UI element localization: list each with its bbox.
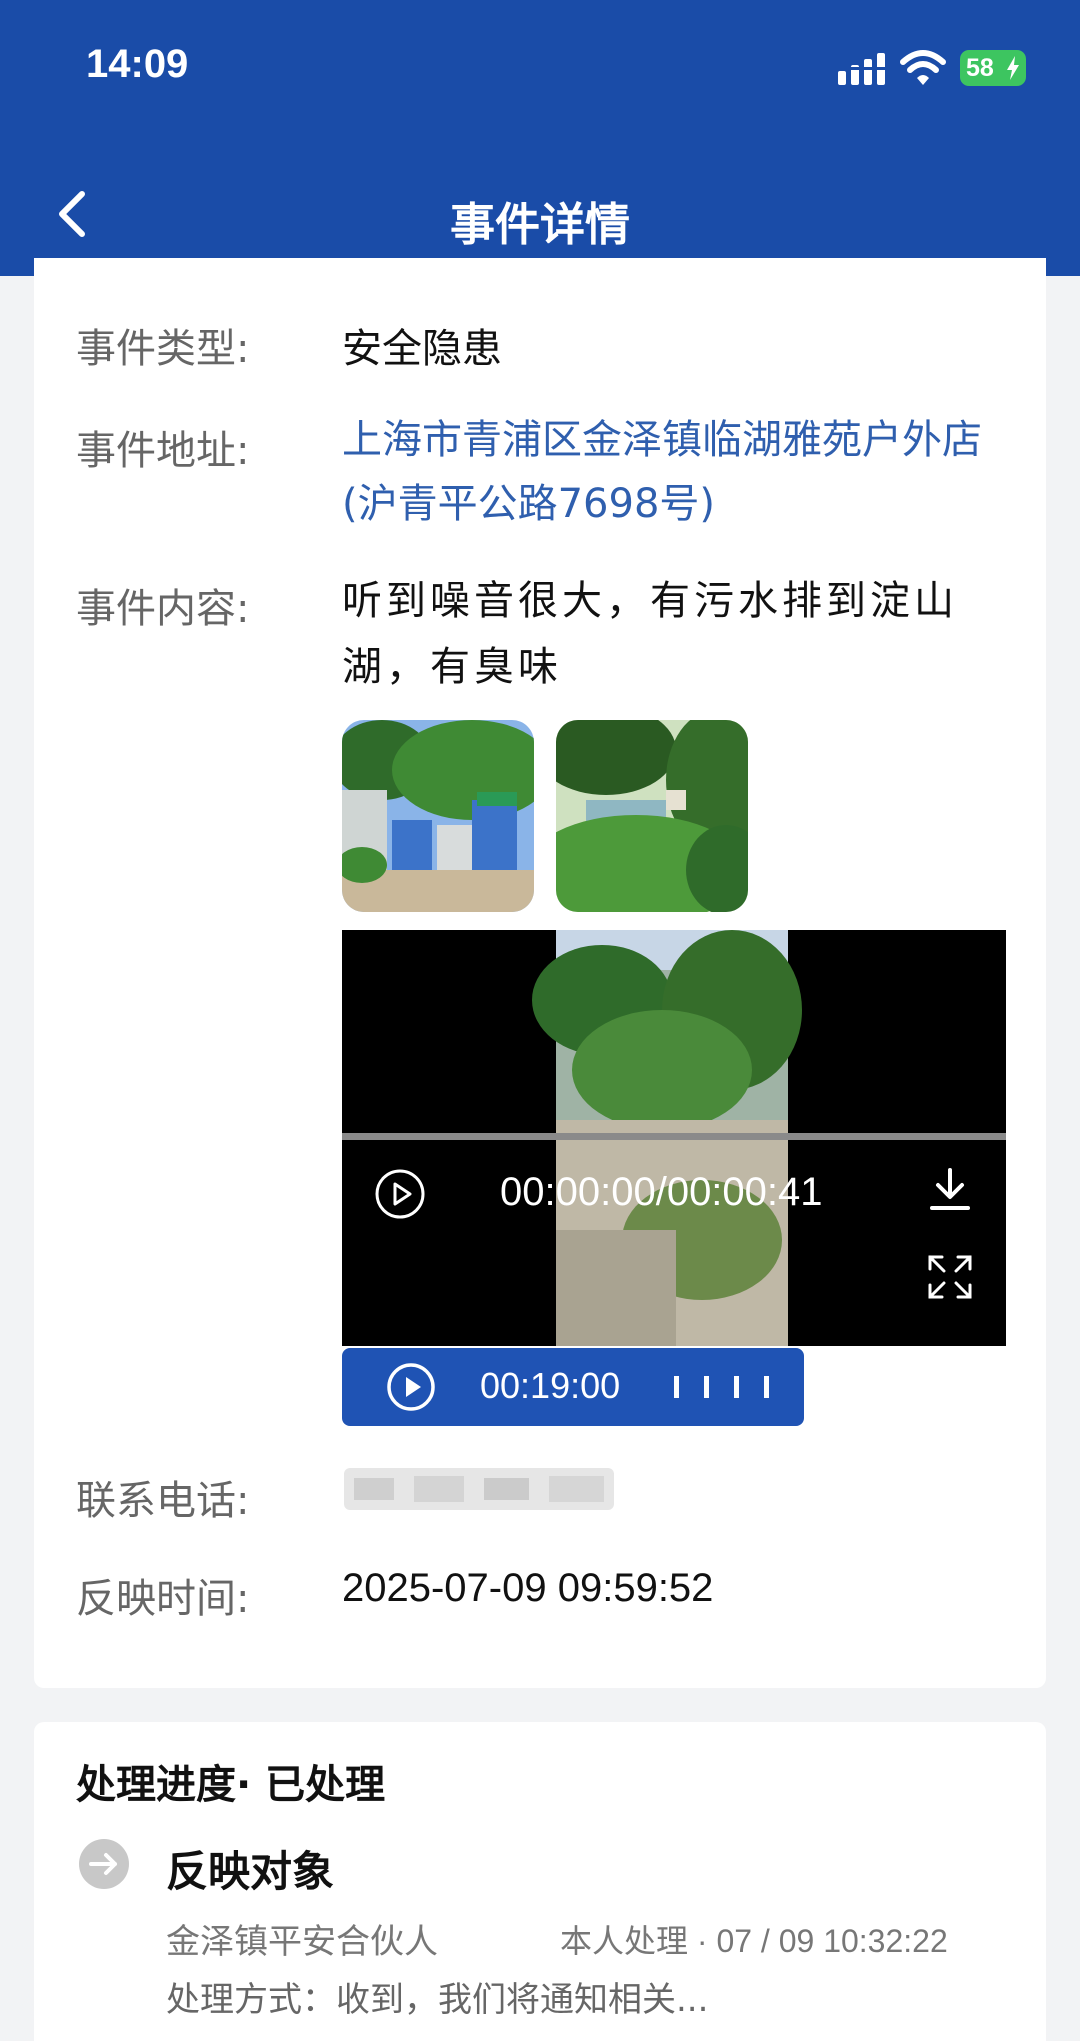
photo-gate-image: [342, 720, 534, 912]
report-time-label: 反映时间:: [76, 1576, 250, 1622]
step-method[interactable]: 处理方式：收到，我们将通知相关...: [166, 1972, 708, 2021]
event-content-value: 听到噪音很大，有污水排到淀山湖，有臭味: [342, 578, 958, 690]
event-type-value: 安全隐患: [342, 326, 502, 372]
page-title: 事件详情: [449, 198, 630, 251]
event-address-link[interactable]: 上海市青浦区金泽镇临湖雅苑户外店(沪青平公路7698号): [342, 408, 1032, 536]
event-type-label: 事件类型:: [76, 326, 250, 372]
audio-wave-icon: [674, 1376, 769, 1398]
phone-value-redacted: [344, 1468, 614, 1510]
download-icon[interactable]: [926, 1166, 974, 1214]
battery-level: 58: [966, 54, 994, 82]
video-player[interactable]: 00:00:00/00:00:41: [342, 930, 1006, 1346]
step-org: 金泽镇平安合伙人: [166, 1922, 438, 1962]
video-time: 00:00:00/00:00:41: [500, 1170, 823, 1214]
audio-duration: 00:19:00: [480, 1365, 621, 1406]
event-detail-card: 事件类型: 安全隐患 事件地址: 上海市青浦区金泽镇临湖雅苑户外店(沪青平公路7…: [34, 258, 1046, 1688]
event-address-label: 事件地址:: [76, 428, 250, 474]
video-progress-bar[interactable]: [342, 1133, 1006, 1140]
app-header: 14:09 58 事件详情: [0, 0, 1080, 276]
battery-icon: 58: [960, 50, 1026, 86]
photo-thumbnail-2[interactable]: [556, 720, 748, 912]
step-title: 反映对象: [166, 1847, 335, 1896]
fullscreen-icon[interactable]: [926, 1253, 974, 1301]
arrow-right-circle-icon: [79, 1839, 129, 1889]
signal-icon: [837, 53, 887, 85]
event-content-label: 事件内容:: [76, 586, 250, 632]
step-meta: 本人处理 · 07 / 09 10:32:22: [560, 1923, 948, 1959]
photo-thumbnail-1[interactable]: [342, 720, 534, 912]
play-icon[interactable]: [374, 1168, 426, 1220]
progress-card: 处理进度· 已处理 反映对象 金泽镇平安合伙人 本人处理 · 07 / 09 1…: [34, 1722, 1046, 2041]
report-time-value: 2025-07-09 09:59:52: [342, 1566, 714, 1610]
charging-bolt-icon: [1007, 56, 1019, 80]
audio-player[interactable]: 00:19:00: [342, 1348, 804, 1426]
progress-title: 处理进度· 已处理: [76, 1762, 386, 1808]
photo-lake-image: [556, 720, 748, 912]
audio-play-icon[interactable]: [386, 1362, 436, 1412]
phone-label: 联系电话:: [76, 1478, 250, 1524]
wifi-icon: [900, 50, 946, 85]
status-time: 14:09: [86, 42, 189, 86]
